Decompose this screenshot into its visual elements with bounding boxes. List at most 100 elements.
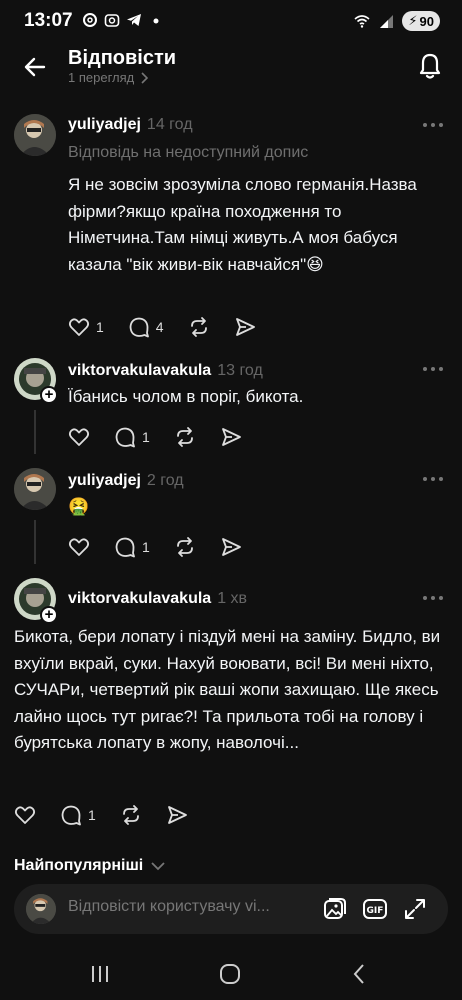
status-bar: 13:07 ⚡ 90: [0, 0, 462, 42]
repost-icon: [122, 805, 139, 825]
post-time: 2 год: [146, 472, 184, 489]
repost-icon: [190, 317, 207, 337]
more-options-icon[interactable]: [422, 595, 444, 601]
repost-button[interactable]: [174, 536, 196, 558]
send-icon: [235, 318, 255, 336]
username[interactable]: yuliyadjej 2 год: [68, 472, 184, 490]
share-button[interactable]: [220, 536, 242, 558]
battery-indicator: ⚡ 90: [402, 11, 440, 31]
home-icon[interactable]: [218, 962, 242, 986]
more-options-icon[interactable]: [422, 366, 444, 372]
avatar[interactable]: [14, 114, 56, 156]
follow-plus-icon[interactable]: +: [40, 606, 58, 624]
reply-composer: GIF: [14, 884, 448, 934]
heart-icon: [68, 428, 90, 446]
post-time: 14 год: [146, 116, 193, 133]
username[interactable]: viktorvakulavakula 1 хв: [68, 590, 247, 608]
status-time: 13:07: [24, 10, 73, 31]
send-icon: [167, 806, 187, 824]
expand-icon[interactable]: [402, 896, 428, 922]
avatar[interactable]: [14, 468, 56, 510]
reply-count: 1: [142, 539, 150, 555]
post-actions: 1: [68, 426, 266, 448]
comment-icon: [115, 427, 135, 448]
post-actions: 1: [68, 536, 266, 558]
avatar-photo: [26, 894, 56, 924]
follow-plus-icon[interactable]: +: [40, 386, 58, 404]
repost-button[interactable]: [174, 426, 196, 448]
heart-icon: [68, 538, 90, 556]
header: Відповісти 1 перегляд: [0, 42, 462, 92]
thread-connector: [34, 520, 36, 564]
telegram-icon: [127, 14, 141, 26]
like-count: 1: [96, 319, 104, 335]
page-title: Відповісти: [68, 47, 177, 69]
svg-text:GIF: GIF: [367, 906, 384, 916]
comment-icon: [115, 537, 135, 558]
username[interactable]: viktorvakulavakula 13 год: [68, 362, 263, 380]
post-actions: 1: [14, 804, 212, 826]
chevron-down-icon: [151, 861, 165, 870]
like-button[interactable]: [14, 804, 36, 826]
share-button[interactable]: [166, 804, 188, 826]
repost-icon: [176, 537, 193, 557]
reply-count: 1: [88, 807, 96, 823]
send-icon: [221, 538, 241, 556]
like-button[interactable]: [68, 426, 90, 448]
back-arrow-icon[interactable]: [22, 54, 48, 80]
reply-count: 4: [155, 319, 164, 335]
comment-icon: [129, 317, 149, 338]
reply-post-3: yuliyadjej 2 год 🤮 1: [0, 464, 462, 564]
sort-dropdown[interactable]: Найпопулярніші: [14, 857, 165, 875]
post-time: 13 год: [217, 362, 263, 379]
reply-input[interactable]: [68, 898, 308, 916]
notification-bell-icon[interactable]: [416, 50, 444, 80]
back-nav-icon[interactable]: [348, 962, 372, 986]
repost-button[interactable]: [188, 316, 210, 338]
sort-label: Найпопулярніші: [14, 857, 144, 874]
chevron-right-icon: [141, 71, 149, 84]
reply-post-1: yuliyadjej 14 год Відповідь на недоступни…: [0, 108, 462, 348]
view-count[interactable]: 1 перегляд: [68, 70, 149, 85]
heart-icon: [14, 806, 36, 824]
send-icon: [221, 428, 241, 446]
reply-post-2: + viktorvakulavakula 13 год Їбанись чолом…: [0, 354, 462, 454]
image-icon[interactable]: [322, 896, 348, 922]
share-button[interactable]: [234, 316, 256, 338]
username[interactable]: yuliyadjej 14 год: [68, 116, 193, 134]
post-text: Бикота, бери лопату і піздуй мені на зам…: [14, 627, 441, 752]
system-nav-bar: [0, 946, 462, 1000]
main-post: + viktorvakulavakula 1 хв Бикота, бери ло…: [0, 574, 462, 834]
signal-icon: [380, 15, 394, 28]
camera-icon: [104, 14, 120, 27]
more-options-icon[interactable]: [422, 476, 444, 482]
dot-icon: [153, 18, 159, 24]
post-time: 1 хв: [217, 590, 248, 607]
comment-button[interactable]: 1: [60, 804, 96, 826]
comment-icon: [61, 805, 81, 826]
post-text: 🤮: [68, 497, 90, 516]
post-actions: 1 4: [68, 316, 280, 338]
repost-button[interactable]: [120, 804, 142, 826]
battery-bolt-icon: ⚡: [408, 13, 418, 28]
recent-apps-icon[interactable]: [88, 962, 112, 986]
wifi-icon: [354, 15, 370, 28]
avatar-photo: [14, 114, 56, 156]
heart-icon: [68, 318, 90, 336]
gif-icon[interactable]: GIF: [362, 896, 388, 922]
comment-button[interactable]: 1: [114, 536, 150, 558]
comment-button[interactable]: 4: [128, 316, 164, 338]
comment-button[interactable]: 1: [114, 426, 150, 448]
reply-context-note[interactable]: Відповідь на недоступний допис: [68, 144, 308, 162]
like-button[interactable]: [68, 536, 90, 558]
post-text: Я не зовсім зрозуміла слово германія.Наз…: [68, 175, 417, 274]
avatar-photo: [14, 468, 56, 510]
more-options-icon[interactable]: [422, 122, 444, 128]
share-button[interactable]: [220, 426, 242, 448]
repost-icon: [176, 427, 193, 447]
threads-icon: [83, 13, 97, 27]
thread-connector: [34, 410, 36, 454]
avatar: [26, 894, 56, 924]
like-button[interactable]: 1: [68, 316, 104, 338]
post-text: Їбанись чолом в поріг, бикота.: [68, 387, 304, 406]
